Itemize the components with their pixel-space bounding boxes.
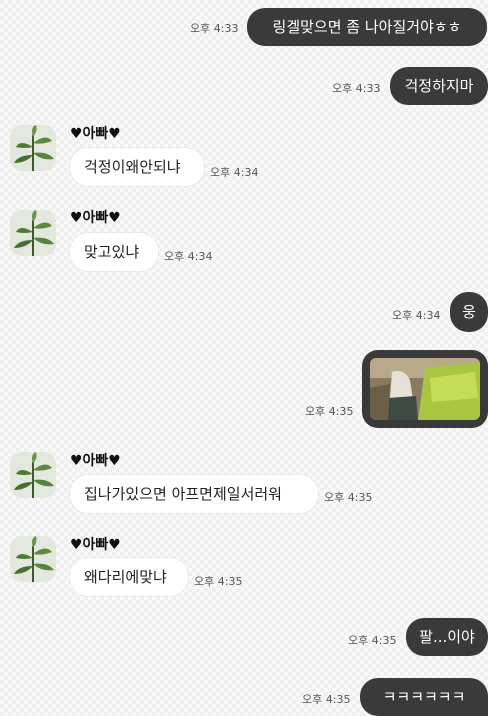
avatar[interactable]	[10, 452, 56, 498]
sender-name: ♥아빠♥	[70, 126, 121, 142]
plant-photo-icon	[10, 536, 56, 582]
message-time: 오후 4:35	[305, 405, 354, 418]
avatar[interactable]	[10, 125, 56, 171]
message-time: 오후 4:33	[190, 22, 239, 35]
plant-photo-icon	[10, 210, 56, 256]
message-time: 오후 4:33	[332, 82, 381, 95]
photo-thumbnail[interactable]	[370, 358, 480, 420]
message-time: 오후 4:35	[348, 634, 397, 647]
sender-name: ♥아빠♥	[70, 453, 121, 469]
message-time: 오후 4:35	[324, 491, 373, 504]
avatar[interactable]	[10, 536, 56, 582]
message-time: 오후 4:34	[210, 166, 259, 179]
avatar[interactable]	[10, 210, 56, 256]
outgoing-message-bubble[interactable]: 팔...이야	[406, 618, 488, 656]
sender-name: ♥아빠♥	[70, 537, 121, 553]
outgoing-message-bubble[interactable]: 걱정하지마	[390, 67, 488, 105]
outgoing-message-bubble[interactable]: 웅	[450, 292, 488, 332]
message-time: 오후 4:34	[164, 250, 213, 263]
message-time: 오후 4:35	[194, 575, 243, 588]
outgoing-photo-bubble[interactable]	[362, 350, 488, 428]
incoming-message-bubble[interactable]: 걱정이왜안되냐	[70, 148, 204, 186]
incoming-message-bubble[interactable]: 집나가있으면 아프면제일서러워	[70, 475, 318, 513]
plant-photo-icon	[10, 125, 56, 171]
incoming-message-bubble[interactable]: 왜다리에맞냐	[70, 558, 188, 596]
outgoing-message-bubble[interactable]: ㅋㅋㅋㅋㅋㅋ	[360, 678, 488, 716]
outgoing-message-bubble[interactable]: 링겔맞으면 좀 나아질거야ㅎㅎ	[247, 8, 487, 46]
sender-name: ♥아빠♥	[70, 210, 121, 226]
incoming-message-bubble[interactable]: 맞고있냐	[70, 233, 158, 271]
message-time: 오후 4:34	[392, 309, 441, 322]
plant-photo-icon	[10, 452, 56, 498]
message-time: 오후 4:35	[302, 693, 351, 706]
leg-photo-icon	[370, 358, 480, 420]
